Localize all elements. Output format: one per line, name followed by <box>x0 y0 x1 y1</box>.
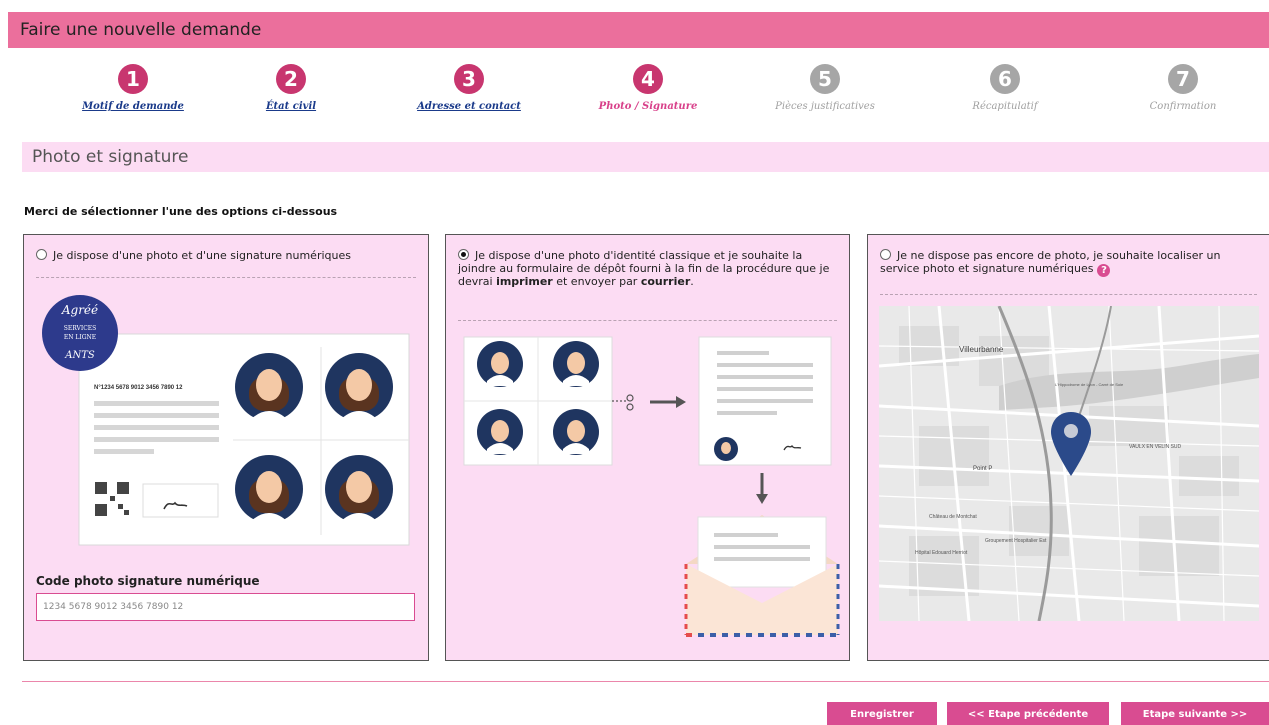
step-progress: 1 Motif de demande 2 État civil 3 Adress… <box>8 64 1269 124</box>
face-icon <box>553 409 599 455</box>
radio-digital-photo[interactable] <box>36 249 47 260</box>
option-classic-print: imprimer <box>496 275 553 288</box>
instruction-text: Merci de sélectionner l'une des options … <box>24 205 338 218</box>
option-digital-label: Je dispose d'une photo et d'une signatur… <box>53 249 351 262</box>
next-step-button[interactable]: Etape suivante >> <box>1121 702 1269 725</box>
option-digital-header[interactable]: Je dispose d'une photo et d'une signatur… <box>36 249 416 262</box>
option-classic-header[interactable]: Je dispose d'une photo d'identité classi… <box>458 249 837 288</box>
map-label-hospital-est: Groupement Hospitalier Est <box>985 538 1047 544</box>
radio-classic-photo[interactable] <box>458 249 469 260</box>
step-4: 4 Photo / Signature <box>563 64 733 112</box>
page-title: Faire une nouvelle demande <box>20 20 262 40</box>
face-icon <box>553 341 599 387</box>
footer-divider <box>22 681 1269 682</box>
badge-top: Agréé <box>61 303 98 317</box>
option-classic-mail: courrier <box>640 275 691 288</box>
face-icon <box>477 409 523 455</box>
scissors-icon <box>612 394 634 411</box>
code-label: Code photo signature numérique <box>36 574 260 588</box>
step-label[interactable]: Adresse et contact <box>384 101 554 112</box>
map-label-vaulx: VAULX EN VELIN SUD <box>1129 444 1182 450</box>
step-3[interactable]: 3 Adresse et contact <box>384 64 554 112</box>
option-locate-service[interactable]: Je ne dispose pas encore de photo, je so… <box>867 234 1269 661</box>
option-classic-text-end: . <box>690 275 694 288</box>
section-title: Photo et signature <box>32 147 189 167</box>
map-label-point-p: Point P <box>973 466 992 472</box>
step-7: 7 Confirmation <box>1098 64 1268 112</box>
qr-code-icon <box>95 482 129 516</box>
badge-bottom: ANTS <box>64 350 95 361</box>
card-number: N°1234 5678 9012 3456 7890 12 <box>94 385 183 391</box>
map-label-hippodrome: L'Hippodrome de Lyon - Carré de Soie <box>1055 382 1124 387</box>
badge-mid2: EN LIGNE <box>64 334 96 341</box>
step-label: Récapitulatif <box>972 101 1038 112</box>
divider <box>36 277 416 278</box>
map-label-montchat: Château de Montchat <box>929 514 977 520</box>
face-icon <box>477 341 523 387</box>
step-5: 5 Pièces justificatives <box>740 64 910 112</box>
step-number: 3 <box>454 64 484 94</box>
step-label: Pièces justificatives <box>775 101 875 112</box>
step-number: 2 <box>276 64 306 94</box>
divider <box>458 320 837 321</box>
badge-mid1: SERVICES <box>64 325 97 332</box>
option-locate-header[interactable]: Je ne dispose pas encore de photo, je so… <box>880 249 1257 277</box>
option-locate-label: Je ne dispose pas encore de photo, je so… <box>880 249 1221 275</box>
digital-photo-illustration: N°1234 5678 9012 3456 7890 12 Agréé SERV… <box>42 295 410 546</box>
step-1[interactable]: 1 Motif de demande <box>48 64 218 112</box>
step-number: 7 <box>1168 64 1198 94</box>
arrow-down-icon <box>756 473 768 504</box>
arrow-right-icon <box>650 396 686 408</box>
ants-badge: Agréé SERVICES EN LIGNE ANTS <box>42 295 118 371</box>
service-map[interactable]: Villeurbanne VAULX EN VELIN SUD Point P … <box>879 306 1259 621</box>
face-icon <box>714 437 738 461</box>
step-label: Confirmation <box>1149 101 1217 112</box>
option-classic-text-mid: et envoyer par <box>552 275 641 288</box>
page-header: Faire une nouvelle demande <box>8 12 1269 48</box>
map-label-herriot: Hôpital Edouard Herriot <box>915 550 968 556</box>
step-number: 4 <box>633 64 663 94</box>
step-number: 5 <box>810 64 840 94</box>
save-button[interactable]: Enregistrer <box>827 702 937 725</box>
step-2[interactable]: 2 État civil <box>206 64 376 112</box>
classic-photo-illustration <box>463 336 840 637</box>
envelope-icon <box>684 515 840 637</box>
previous-step-button[interactable]: << Etape précédente <box>947 702 1109 725</box>
step-6: 6 Récapitulatif <box>920 64 1090 112</box>
option-digital-photo[interactable]: Je dispose d'une photo et d'une signatur… <box>23 234 429 661</box>
step-label[interactable]: Motif de demande <box>48 101 218 112</box>
map-label-villeurbanne: Villeurbanne <box>959 345 1004 354</box>
section-header: Photo et signature <box>22 142 1269 172</box>
step-label[interactable]: État civil <box>206 101 376 112</box>
step-label: Photo / Signature <box>598 101 698 112</box>
step-number: 1 <box>118 64 148 94</box>
step-number: 6 <box>990 64 1020 94</box>
code-input[interactable] <box>36 593 415 621</box>
option-classic-photo[interactable]: Je dispose d'une photo d'identité classi… <box>445 234 850 661</box>
help-icon[interactable]: ? <box>1097 264 1111 277</box>
radio-locate-service[interactable] <box>880 249 891 260</box>
divider <box>880 294 1257 295</box>
